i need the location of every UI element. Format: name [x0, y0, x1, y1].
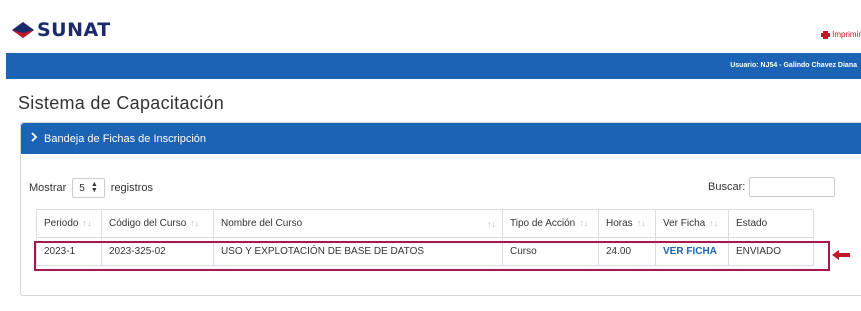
print-link[interactable]: Imprimir [821, 30, 861, 39]
sort-icon: ↑↓ [190, 218, 200, 228]
page-title: Sistema de Capacitación [18, 93, 225, 113]
show-suffix: registros [110, 182, 153, 194]
col-nombre[interactable]: Nombre del Curso ↑↓ [213, 209, 503, 238]
print-label: Imprimir [832, 30, 861, 39]
printer-icon [821, 30, 831, 39]
select-arrows-icon: ▲ ▼ [90, 181, 98, 194]
ver-ficha-link[interactable]: VER FICHA [655, 237, 729, 266]
search-control: Buscar: [708, 177, 836, 197]
page-length-control: Mostrar 5 ▲ ▼ registros [29, 178, 153, 198]
cell-nombre: USO Y EXPLOTACIÓN DE BASE DE DATOS [213, 237, 503, 266]
panel-header[interactable]: Bandeja de Fichas de Inscripción [21, 123, 861, 154]
col-codigo[interactable]: Código del Curso ↑↓ [101, 209, 214, 238]
sort-icon: ↑↓ [82, 218, 92, 228]
sort-icon: ↑↓ [709, 218, 719, 228]
panel-title: Bandeja de Fichas de Inscripción [44, 133, 207, 145]
col-horas[interactable]: Horas ↑↓ [598, 209, 656, 238]
enrollment-table: Periodo ↑↓ Código del Curso ↑↓ Nombre del … [36, 209, 814, 266]
search-label: Buscar: [708, 181, 746, 193]
pointer-arrow-icon [832, 250, 850, 260]
cell-codigo: 2023-325-02 [101, 237, 214, 266]
table-row: 2023-1 2023-325-02 USO Y EXPLOTACIÓN DE … [36, 237, 814, 266]
col-ver-ficha[interactable]: Ver Ficha ↑↓ [655, 209, 729, 238]
page-size-select[interactable]: 5 ▲ ▼ [72, 178, 105, 198]
user-label: Usuario: NJ54 - Galindo Chavez Diana [730, 62, 857, 69]
logo-text: SUNAT [37, 19, 111, 41]
page-size-value: 5 [79, 182, 85, 194]
sunat-logo[interactable]: SUNAT [12, 19, 111, 41]
cell-estado: ENVIADO [728, 237, 814, 266]
col-estado[interactable]: Estado [728, 209, 814, 238]
top-header: SUNAT Imprimir [0, 0, 861, 52]
cell-horas: 24.00 [598, 237, 656, 266]
table-header-row: Periodo ↑↓ Código del Curso ↑↓ Nombre del … [36, 209, 814, 238]
chevron-right-icon [31, 132, 38, 142]
enrollment-panel: Bandeja de Fichas de Inscripción Mostrar… [20, 122, 861, 296]
col-periodo[interactable]: Periodo ↑↓ [36, 209, 102, 238]
sort-icon: ↑↓ [636, 218, 646, 228]
sort-icon: ↑↓ [579, 218, 589, 228]
sunat-logo-icon [12, 22, 34, 38]
sort-icon: ↑↓ [487, 219, 496, 229]
col-tipo[interactable]: Tipo de Acción ↑↓ [502, 209, 599, 238]
show-prefix: Mostrar [29, 182, 67, 194]
user-bar: Usuario: NJ54 - Galindo Chavez Diana [6, 53, 861, 79]
cell-tipo: Curso [502, 237, 599, 266]
cell-periodo: 2023-1 [36, 237, 102, 266]
search-input[interactable] [749, 177, 836, 197]
